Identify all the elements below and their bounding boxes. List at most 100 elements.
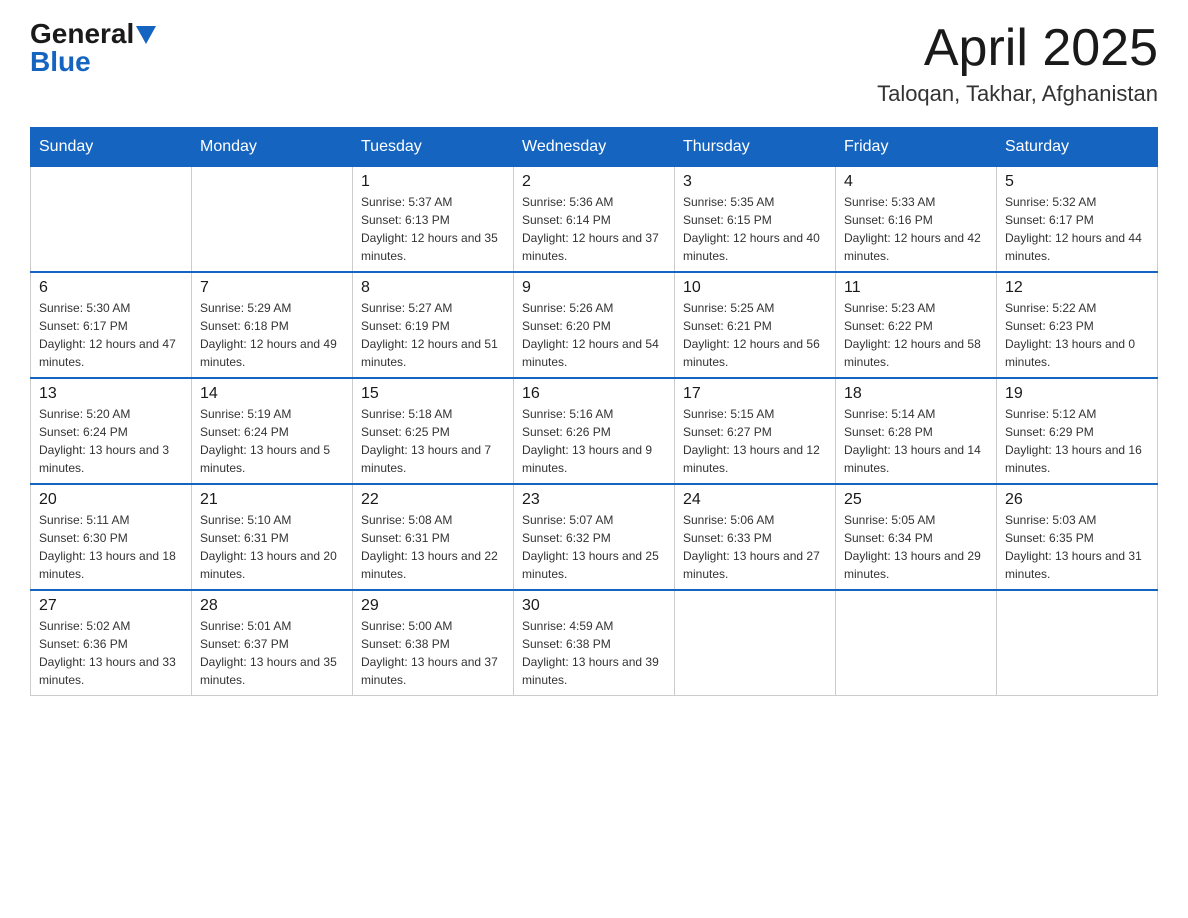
calendar-cell: 7Sunrise: 5:29 AMSunset: 6:18 PMDaylight… <box>192 272 353 378</box>
calendar-week-row: 6 Sunrise: 5:30 AMSunset: 6:17 PMDaylight… <box>31 272 1158 378</box>
calendar-header-row: SundayMondayTuesdayWednesdayThursdayFrid… <box>31 128 1158 167</box>
day-number: 1 <box>361 173 505 191</box>
calendar-cell: 16 Sunrise: 5:16 AMSunset: 6:26 PMDayligh… <box>514 378 675 484</box>
day-info: Sunrise: 5:33 AMSunset: 6:16 PMDaylight:… <box>844 193 988 265</box>
day-info: Sunrise: 5:03 AMSunset: 6:35 PMDaylight:… <box>1005 511 1149 583</box>
day-number: 12 <box>1005 279 1149 297</box>
day-number: 27 <box>39 597 183 615</box>
calendar-week-row: 20Sunrise: 5:11 AMSunset: 6:30 PMDayligh… <box>31 484 1158 590</box>
day-number: 29 <box>361 597 505 615</box>
day-info: Sunrise: 5:11 AMSunset: 6:30 PMDaylight:… <box>39 511 183 583</box>
calendar-cell: 11 Sunrise: 5:23 AMSunset: 6:22 PMDayligh… <box>836 272 997 378</box>
day-number: 2 <box>522 173 666 191</box>
logo-blue-text: Blue <box>30 48 91 76</box>
day-number: 10 <box>683 279 827 297</box>
calendar-week-row: 1 Sunrise: 5:37 AMSunset: 6:13 PMDaylight… <box>31 167 1158 273</box>
day-number: 24 <box>683 491 827 509</box>
day-number: 8 <box>361 279 505 297</box>
day-info: Sunrise: 5:22 AMSunset: 6:23 PMDaylight:… <box>1005 299 1149 371</box>
day-info: Sunrise: 5:01 AMSunset: 6:37 PMDaylight:… <box>200 617 344 689</box>
day-number: 16 <box>522 385 666 403</box>
calendar-cell: 30 Sunrise: 4:59 AMSunset: 6:38 PMDayligh… <box>514 590 675 696</box>
logo-triangle-icon <box>136 26 156 44</box>
day-info: Sunrise: 5:37 AMSunset: 6:13 PMDaylight:… <box>361 193 505 265</box>
month-year-title: April 2025 <box>877 20 1158 77</box>
calendar-cell: 1 Sunrise: 5:37 AMSunset: 6:13 PMDaylight… <box>353 167 514 273</box>
day-info: Sunrise: 5:02 AMSunset: 6:36 PMDaylight:… <box>39 617 183 689</box>
calendar-table: SundayMondayTuesdayWednesdayThursdayFrid… <box>30 127 1158 696</box>
logo-general-text: General <box>30 20 134 48</box>
header-sunday: Sunday <box>31 128 192 167</box>
calendar-cell <box>31 167 192 273</box>
header-friday: Friday <box>836 128 997 167</box>
calendar-cell: 29 Sunrise: 5:00 AMSunset: 6:38 PMDayligh… <box>353 590 514 696</box>
calendar-cell: 22 Sunrise: 5:08 AMSunset: 6:31 PMDayligh… <box>353 484 514 590</box>
day-info: Sunrise: 5:20 AMSunset: 6:24 PMDaylight:… <box>39 405 183 477</box>
day-number: 21 <box>200 491 344 509</box>
day-info: Sunrise: 5:32 AMSunset: 6:17 PMDaylight:… <box>1005 193 1149 265</box>
calendar-cell: 24 Sunrise: 5:06 AMSunset: 6:33 PMDayligh… <box>675 484 836 590</box>
day-info: Sunrise: 5:26 AMSunset: 6:20 PMDaylight:… <box>522 299 666 371</box>
calendar-cell: 12 Sunrise: 5:22 AMSunset: 6:23 PMDayligh… <box>997 272 1158 378</box>
header-saturday: Saturday <box>997 128 1158 167</box>
day-info: Sunrise: 5:35 AMSunset: 6:15 PMDaylight:… <box>683 193 827 265</box>
calendar-cell: 10 Sunrise: 5:25 AMSunset: 6:21 PMDayligh… <box>675 272 836 378</box>
day-number: 4 <box>844 173 988 191</box>
day-info: Sunrise: 5:15 AMSunset: 6:27 PMDaylight:… <box>683 405 827 477</box>
day-info: Sunrise: 5:25 AMSunset: 6:21 PMDaylight:… <box>683 299 827 371</box>
day-number: 7 <box>200 279 344 297</box>
day-number: 3 <box>683 173 827 191</box>
day-number: 6 <box>39 279 183 297</box>
calendar-cell: 17 Sunrise: 5:15 AMSunset: 6:27 PMDayligh… <box>675 378 836 484</box>
calendar-cell: 26 Sunrise: 5:03 AMSunset: 6:35 PMDayligh… <box>997 484 1158 590</box>
calendar-cell: 19Sunrise: 5:12 AMSunset: 6:29 PMDayligh… <box>997 378 1158 484</box>
calendar-cell: 21 Sunrise: 5:10 AMSunset: 6:31 PMDayligh… <box>192 484 353 590</box>
calendar-cell <box>675 590 836 696</box>
header-thursday: Thursday <box>675 128 836 167</box>
day-info: Sunrise: 5:10 AMSunset: 6:31 PMDaylight:… <box>200 511 344 583</box>
day-info: Sunrise: 5:30 AMSunset: 6:17 PMDaylight:… <box>39 299 183 371</box>
calendar-cell: 2Sunrise: 5:36 AMSunset: 6:14 PMDaylight… <box>514 167 675 273</box>
page-header: General Blue April 2025 Taloqan, Takhar,… <box>30 20 1158 107</box>
day-number: 23 <box>522 491 666 509</box>
day-number: 17 <box>683 385 827 403</box>
calendar-cell: 28 Sunrise: 5:01 AMSunset: 6:37 PMDayligh… <box>192 590 353 696</box>
day-info: Sunrise: 5:19 AMSunset: 6:24 PMDaylight:… <box>200 405 344 477</box>
day-info: Sunrise: 5:16 AMSunset: 6:26 PMDaylight:… <box>522 405 666 477</box>
calendar-cell: 23 Sunrise: 5:07 AMSunset: 6:32 PMDayligh… <box>514 484 675 590</box>
day-info: Sunrise: 5:07 AMSunset: 6:32 PMDaylight:… <box>522 511 666 583</box>
day-number: 18 <box>844 385 988 403</box>
day-info: Sunrise: 4:59 AMSunset: 6:38 PMDaylight:… <box>522 617 666 689</box>
day-number: 30 <box>522 597 666 615</box>
day-info: Sunrise: 5:27 AMSunset: 6:19 PMDaylight:… <box>361 299 505 371</box>
calendar-cell: 14 Sunrise: 5:19 AMSunset: 6:24 PMDayligh… <box>192 378 353 484</box>
calendar-cell: 27 Sunrise: 5:02 AMSunset: 6:36 PMDayligh… <box>31 590 192 696</box>
day-number: 5 <box>1005 173 1149 191</box>
day-info: Sunrise: 5:06 AMSunset: 6:33 PMDaylight:… <box>683 511 827 583</box>
day-number: 15 <box>361 385 505 403</box>
day-info: Sunrise: 5:14 AMSunset: 6:28 PMDaylight:… <box>844 405 988 477</box>
day-number: 22 <box>361 491 505 509</box>
logo: General Blue <box>30 20 156 76</box>
calendar-cell: 6 Sunrise: 5:30 AMSunset: 6:17 PMDaylight… <box>31 272 192 378</box>
day-number: 13 <box>39 385 183 403</box>
day-number: 19 <box>1005 385 1149 403</box>
calendar-week-row: 13 Sunrise: 5:20 AMSunset: 6:24 PMDayligh… <box>31 378 1158 484</box>
day-info: Sunrise: 5:00 AMSunset: 6:38 PMDaylight:… <box>361 617 505 689</box>
header-wednesday: Wednesday <box>514 128 675 167</box>
day-number: 26 <box>1005 491 1149 509</box>
day-info: Sunrise: 5:08 AMSunset: 6:31 PMDaylight:… <box>361 511 505 583</box>
calendar-cell <box>192 167 353 273</box>
day-info: Sunrise: 5:23 AMSunset: 6:22 PMDaylight:… <box>844 299 988 371</box>
day-number: 14 <box>200 385 344 403</box>
calendar-cell: 8 Sunrise: 5:27 AMSunset: 6:19 PMDaylight… <box>353 272 514 378</box>
location-subtitle: Taloqan, Takhar, Afghanistan <box>877 81 1158 107</box>
calendar-cell: 15 Sunrise: 5:18 AMSunset: 6:25 PMDayligh… <box>353 378 514 484</box>
header-monday: Monday <box>192 128 353 167</box>
calendar-cell <box>997 590 1158 696</box>
day-number: 25 <box>844 491 988 509</box>
day-info: Sunrise: 5:05 AMSunset: 6:34 PMDaylight:… <box>844 511 988 583</box>
day-number: 28 <box>200 597 344 615</box>
day-info: Sunrise: 5:18 AMSunset: 6:25 PMDaylight:… <box>361 405 505 477</box>
day-number: 11 <box>844 279 988 297</box>
